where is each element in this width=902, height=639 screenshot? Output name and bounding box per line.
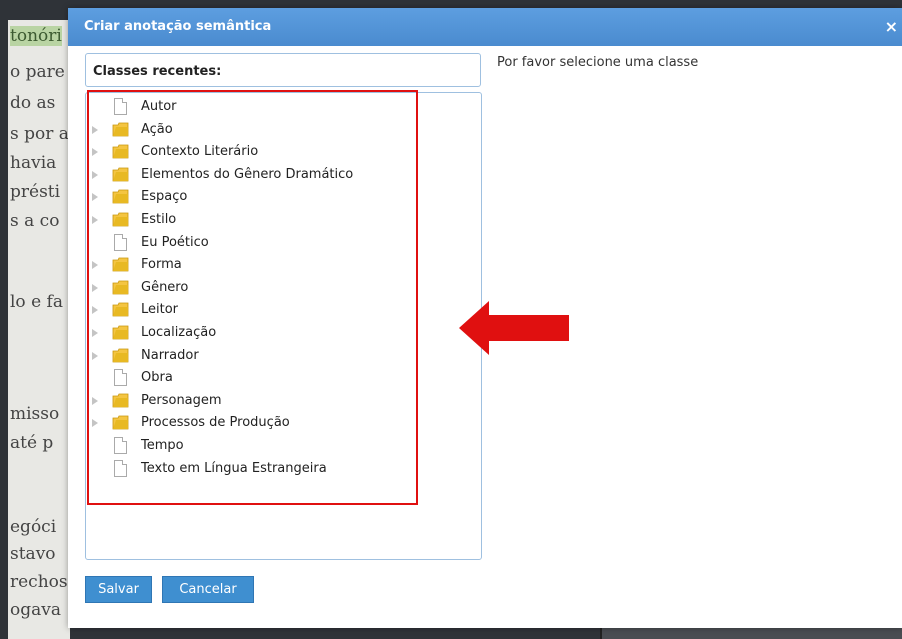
tree-item-label: Leitor [141,302,179,318]
background-text-line: havia [10,153,57,173]
background-text-line: até p [10,433,54,453]
folder-icon [112,122,129,138]
select-class-prompt: Por favor selecione uma classe [497,55,699,70]
expand-arrow-icon[interactable] [92,351,98,360]
tree-item-label: Localização [141,324,217,340]
tree-item[interactable]: Espaço [92,187,392,210]
expand-arrow-icon[interactable] [92,396,98,405]
tree-item[interactable]: Gênero [92,278,392,301]
expand-arrow-icon[interactable] [92,419,98,428]
background-text-line: ogava [10,600,61,620]
background-text-line: présti [10,182,61,202]
folder-icon [112,280,129,296]
background-document: tonóri o pare do as s por a havia présti s a c… [0,20,70,639]
background-text-line: do as [10,93,56,113]
tree-item-label: Texto em Língua Estrangeira [141,460,327,476]
close-icon[interactable]: × [885,17,898,36]
tree-item-label: Obra [141,370,173,386]
tree-item-label: Eu Poético [141,234,209,250]
expand-arrow-icon[interactable] [92,148,98,157]
tree-item[interactable]: Processos de Produção [92,413,392,436]
folder-icon [112,348,129,364]
tree-item-label: Forma [141,257,182,273]
expand-arrow-icon[interactable] [92,306,98,315]
folder-icon [112,167,129,183]
tree-item[interactable]: Leitor [92,300,392,323]
background-text-line: rechos [10,572,68,592]
folder-icon [112,325,129,341]
document-icon [114,98,127,115]
folder-icon [112,393,129,409]
background-text-line: misso [10,404,60,424]
folder-icon [112,415,129,431]
tree-item[interactable]: Obra [92,368,392,391]
document-icon [114,459,127,477]
class-tree: Autor Ação Contexto Literário Elementos do … [92,97,392,481]
expand-arrow-icon[interactable] [92,328,98,337]
folder-icon [112,257,129,273]
tree-item-label: Espaço [141,189,188,205]
tree-item[interactable]: Eu Poético [92,233,392,256]
semantic-annotation-dialog: Criar anotação semântica × Classes recen… [68,8,902,628]
tree-item-label: Ação [141,121,173,137]
tree-item[interactable]: Forma [92,255,392,278]
save-button[interactable]: Salvar [85,576,152,603]
tree-item[interactable]: Ação [92,120,392,143]
document-icon [114,436,127,454]
recent-classes-panel[interactable]: Classes recentes: [85,53,481,87]
document-icon [114,233,127,251]
cancel-button[interactable]: Cancelar [162,576,254,603]
tree-item[interactable]: Estilo [92,210,392,233]
tree-item-label: Contexto Literário [141,144,259,160]
tree-item[interactable]: Localização [92,323,392,346]
background-text-line: s por a [10,124,69,144]
tree-item[interactable]: Contexto Literário [92,142,392,165]
background-text-line: egóci [10,517,57,537]
tree-item-label: Narrador [141,347,199,363]
expand-arrow-icon[interactable] [92,193,98,202]
expand-arrow-icon[interactable] [92,215,98,224]
tree-item[interactable]: Elementos do Gênero Dramático [92,165,392,188]
document-icon [114,369,127,387]
expand-arrow-icon[interactable] [92,170,98,179]
expand-arrow-icon[interactable] [92,125,98,134]
background-text-line: stavo [10,544,56,564]
dialog-title: Criar anotação semântica [84,19,272,34]
tree-item-label: Processos de Produção [141,415,290,431]
tree-item[interactable]: Tempo [92,436,392,459]
expand-arrow-icon[interactable] [92,261,98,270]
folder-icon [112,302,129,318]
expand-arrow-icon[interactable] [92,283,98,292]
folder-icon [112,189,129,205]
background-text-line: tonóri [10,26,62,46]
tree-item-label: Estilo [141,211,177,227]
background-text-line: lo e fa [10,292,63,312]
tree-item-label: Autor [141,99,177,114]
red-arrow-icon [459,301,569,355]
folder-icon [112,212,129,228]
tree-item-label: Gênero [141,279,189,295]
dialog-header: Criar anotação semântica × [68,8,902,46]
tree-item[interactable]: Texto em Língua Estrangeira [92,459,392,482]
recent-classes-label: Classes recentes: [93,64,222,79]
tree-item[interactable]: Autor [92,97,392,120]
folder-icon [112,144,129,160]
tree-item[interactable]: Personagem [92,391,392,414]
tree-item-label: Elementos do Gênero Dramático [141,166,354,182]
tree-item-label: Personagem [141,392,222,408]
tree-item[interactable]: Narrador [92,346,392,369]
background-text-line: s a co [10,211,60,231]
tree-item-label: Tempo [141,437,184,453]
background-text-line: o pare [10,62,65,82]
